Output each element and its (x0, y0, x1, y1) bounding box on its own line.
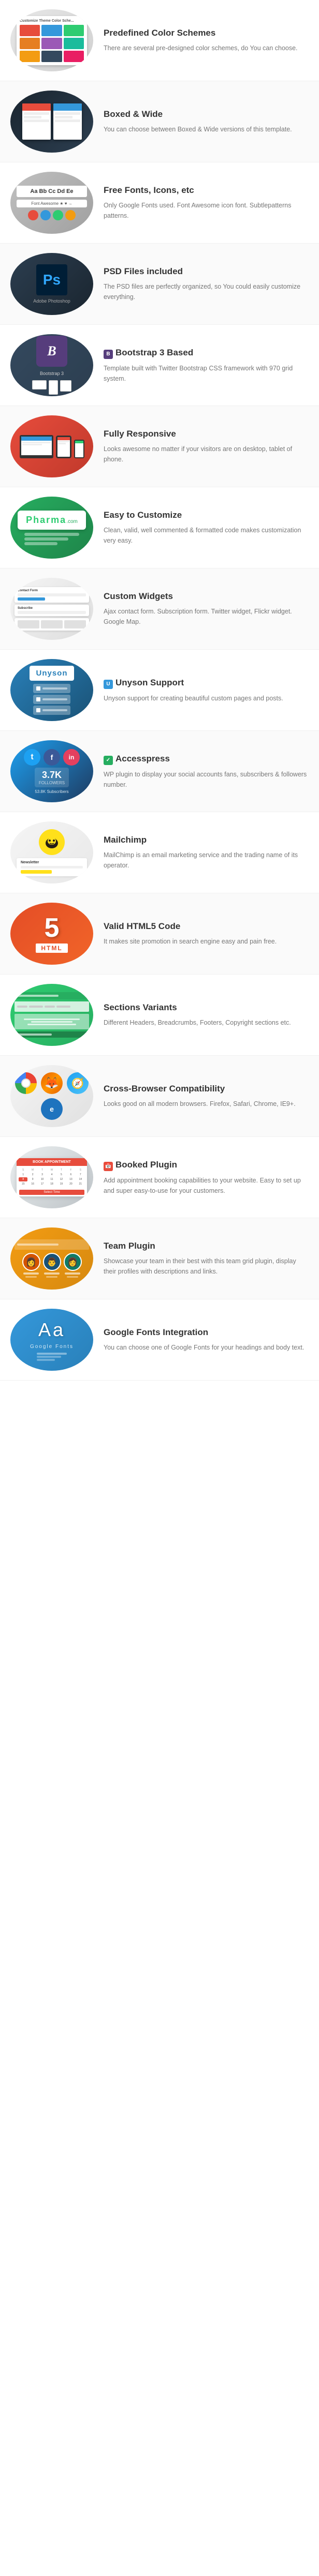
feature-image-accesspress: t f in 3.7K FOLLOWERS 53.8K Subscribers (10, 740, 93, 802)
feature-image-boxed-wide (10, 91, 93, 153)
feature-content-color-schemes: Predefined Color Schemes There are severa… (104, 27, 309, 53)
feature-item-unyson: Unyson UUnyson SupportUnyson sup (0, 650, 319, 731)
feature-item-googlefonts: Aa Google Fonts Google Fonts Integration… (0, 1299, 319, 1381)
feature-desc-widgets: Ajax contact form. Subscription form. Tw… (104, 606, 309, 627)
feature-desc-bootstrap: Template built with Twitter Bootstrap CS… (104, 363, 309, 384)
feature-title-sections: Sections Variants (104, 1002, 309, 1013)
feature-desc-booked: Add appointment booking capabilities to … (104, 1175, 309, 1196)
feature-image-crossbrowser: 🦊 🧭 e (10, 1065, 93, 1127)
feature-title-bootstrap: BBootstrap 3 Based (104, 347, 309, 359)
feature-content-crossbrowser: Cross-Browser Compatibility Looks good on… (104, 1083, 309, 1109)
feature-title-mailchimp: Mailchimp (104, 834, 309, 846)
feature-desc-team: Showcase your team in their best with th… (104, 1256, 309, 1277)
feature-title-responsive: Fully Responsive (104, 428, 309, 440)
feature-image-unyson: Unyson (10, 659, 93, 721)
feature-title-widgets: Custom Widgets (104, 591, 309, 602)
feature-desc-html5: It makes site promotion in search engine… (104, 936, 309, 947)
feature-title-booked: 📅Booked Plugin (104, 1159, 309, 1171)
feature-content-booked: 📅Booked Plugin Add appointment booking ca… (104, 1159, 309, 1196)
feature-item-accesspress: t f in 3.7K FOLLOWERS 53.8K Subscribers … (0, 731, 319, 812)
feature-title-team: Team Plugin (104, 1240, 309, 1252)
feature-image-team: 👩 👨 👩 (10, 1227, 93, 1290)
feature-title-unyson: UUnyson Support (104, 677, 309, 689)
feature-title-crossbrowser: Cross-Browser Compatibility (104, 1083, 309, 1095)
feature-desc-googlefonts: You can choose one of Google Fonts for y… (104, 1342, 309, 1353)
feature-item-bootstrap: B Bootstrap 3 BBootstrap 3 Based Template… (0, 325, 319, 406)
feature-desc-unyson: Unyson support for creating beautiful cu… (104, 693, 309, 703)
feature-title-accesspress: ✓Accesspress (104, 753, 309, 765)
feature-item-free-fonts: Aa Bb Cc Dd Ee Font Awesome ★ ♥ → Free F… (0, 162, 319, 244)
feature-desc-accesspress: WP plugin to display your social account… (104, 769, 309, 790)
feature-desc-sections: Different Headers, Breadcrumbs, Footers,… (104, 1017, 309, 1028)
feature-content-boxed-wide: Boxed & Wide You can choose between Boxed… (104, 109, 309, 134)
feature-image-sections (10, 984, 93, 1046)
feature-content-free-fonts: Free Fonts, Icons, etc Only Google Fonts … (104, 185, 309, 221)
feature-image-widgets: Contact Form Subscribe (10, 578, 93, 640)
feature-content-bootstrap: BBootstrap 3 Based Template built with Tw… (104, 347, 309, 384)
feature-desc-responsive: Looks awesome no matter if your visitors… (104, 444, 309, 465)
feature-content-team: Team Plugin Showcase your team in their b… (104, 1240, 309, 1277)
feature-title-googlefonts: Google Fonts Integration (104, 1327, 309, 1338)
feature-item-html5: 5 HTML Valid HTML5 Code It makes site pro… (0, 893, 319, 975)
feature-content-unyson: UUnyson Support Unyson support for creati… (104, 677, 309, 703)
feature-title-psd-files: PSD Files included (104, 266, 309, 277)
feature-content-accesspress: ✓Accesspress WP plugin to display your so… (104, 753, 309, 790)
feature-image-html5: 5 HTML (10, 903, 93, 965)
feature-content-customize: Easy to Customize Clean, valid, well comm… (104, 510, 309, 546)
feature-image-customize: Pharma.com (10, 497, 93, 559)
feature-title-free-fonts: Free Fonts, Icons, etc (104, 185, 309, 196)
feature-image-free-fonts: Aa Bb Cc Dd Ee Font Awesome ★ ♥ → (10, 172, 93, 234)
feature-item-mailchimp: Newsletter Mailchimp MailChimp is an emai… (0, 812, 319, 893)
feature-image-googlefonts: Aa Google Fonts (10, 1309, 93, 1371)
feature-content-widgets: Custom Widgets Ajax contact form. Subscri… (104, 591, 309, 627)
feature-desc-psd-files: The PSD files are perfectly organized, s… (104, 281, 309, 302)
feature-title-boxed-wide: Boxed & Wide (104, 109, 309, 120)
feature-item-crossbrowser: 🦊 🧭 e Cross-Browser Compatibility Looks g… (0, 1056, 319, 1137)
feature-content-html5: Valid HTML5 Code It makes site promotion … (104, 921, 309, 947)
feature-image-mailchimp: Newsletter (10, 821, 93, 883)
feature-desc-crossbrowser: Looks good on all modern browsers. Firef… (104, 1099, 309, 1109)
feature-item-sections: Sections Variants Different Headers, Brea… (0, 975, 319, 1056)
feature-title-html5: Valid HTML5 Code (104, 921, 309, 932)
feature-content-mailchimp: Mailchimp MailChimp is an email marketing… (104, 834, 309, 871)
feature-item-team: 👩 👨 👩 Team PluginShowcase (0, 1218, 319, 1299)
feature-image-color-schemes: Customize Theme Color Sche... (10, 9, 93, 71)
feature-item-color-schemes: Customize Theme Color Sche... Predefined… (0, 0, 319, 81)
feature-image-booked: BOOK APPOINTMENT SMTWTFS 123456789101112… (10, 1146, 93, 1208)
feature-desc-free-fonts: Only Google Fonts used. Font Awesome ico… (104, 200, 309, 221)
feature-content-googlefonts: Google Fonts Integration You can choose o… (104, 1327, 309, 1353)
feature-desc-boxed-wide: You can choose between Boxed & Wide vers… (104, 124, 309, 134)
feature-item-responsive: Fully Responsive Looks awesome no matter … (0, 406, 319, 487)
feature-item-psd-files: Ps Adobe Photoshop PSD Files included The… (0, 244, 319, 325)
feature-desc-customize: Clean, valid, well commented & formatted… (104, 525, 309, 546)
feature-item-customize: Pharma.com Easy to Customize Clean, valid… (0, 487, 319, 568)
feature-content-sections: Sections Variants Different Headers, Brea… (104, 1002, 309, 1028)
feature-content-psd-files: PSD Files included The PSD files are perf… (104, 266, 309, 302)
feature-title-customize: Easy to Customize (104, 510, 309, 521)
feature-list: Customize Theme Color Sche... Predefined… (0, 0, 319, 1381)
feature-image-responsive (10, 415, 93, 477)
feature-title-color-schemes: Predefined Color Schemes (104, 27, 309, 39)
feature-desc-mailchimp: MailChimp is an email marketing service … (104, 850, 309, 871)
feature-item-boxed-wide: Boxed & Wide You can choose between Boxed… (0, 81, 319, 162)
feature-item-booked: BOOK APPOINTMENT SMTWTFS 123456789101112… (0, 1137, 319, 1218)
feature-image-bootstrap: B Bootstrap 3 (10, 334, 93, 396)
feature-item-widgets: Contact Form Subscribe Custom Widgets Aja… (0, 568, 319, 650)
feature-image-psd-files: Ps Adobe Photoshop (10, 253, 93, 315)
feature-desc-color-schemes: There are several pre-designed color sch… (104, 43, 309, 53)
feature-content-responsive: Fully Responsive Looks awesome no matter … (104, 428, 309, 465)
